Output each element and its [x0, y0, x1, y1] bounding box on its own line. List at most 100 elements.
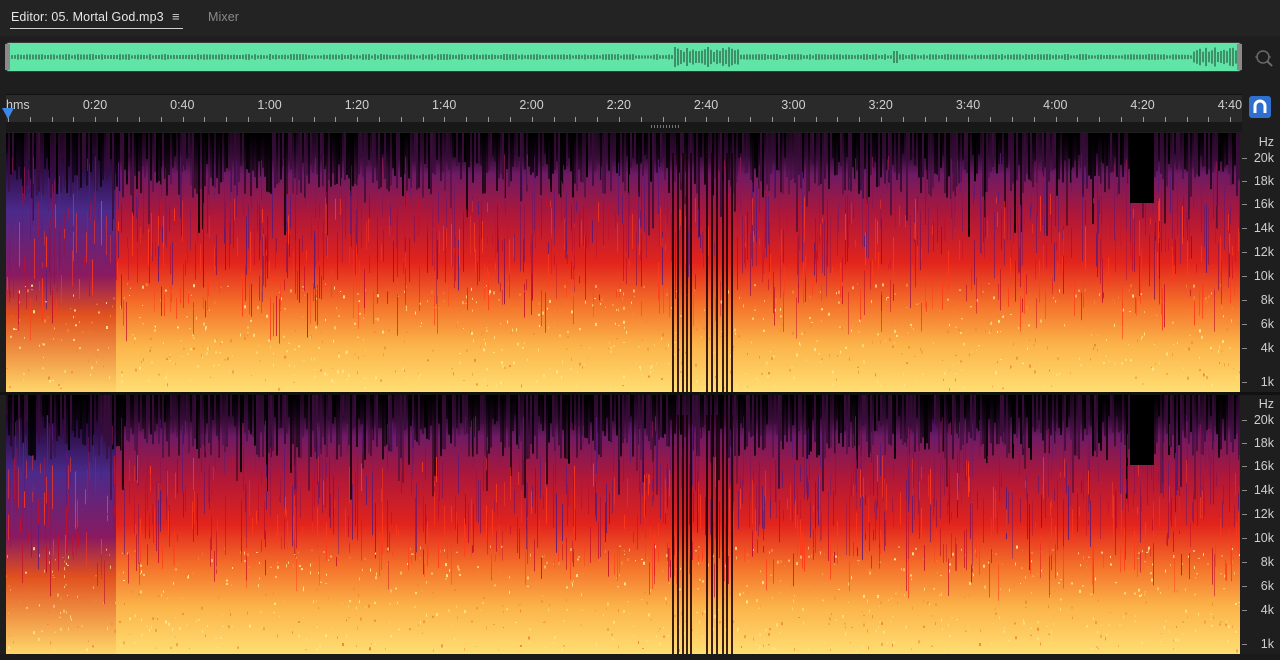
resize-grip-icon[interactable] [651, 125, 679, 128]
frequency-tick [1242, 181, 1247, 182]
spectrogram-channel-right[interactable] [6, 395, 1240, 654]
frequency-tick [1242, 228, 1247, 229]
frequency-unit-label: Hz [1258, 135, 1274, 149]
frequency-tick [1242, 158, 1247, 159]
ruler-label: 3:40 [955, 98, 981, 112]
transient-stripe [722, 153, 724, 392]
frequency-tick [1242, 204, 1247, 205]
ruler-label: 2:20 [606, 98, 631, 112]
overview-waveform[interactable] [5, 42, 1242, 72]
transient-stripe [690, 153, 692, 392]
overview-waveform-graphic [6, 47, 1240, 67]
ruler-label: 4:00 [1043, 98, 1068, 112]
ruler-label: 1:20 [344, 98, 370, 112]
ruler-label: 2:40 [693, 98, 719, 112]
spectrum-gap [1130, 395, 1154, 465]
panel-bottom-edge [0, 654, 1280, 660]
transient-stripe [682, 153, 684, 392]
overview-waveform-path [6, 47, 1240, 67]
frequency-label: 12k [1253, 507, 1274, 521]
transient-stripe [686, 415, 688, 654]
transient-stripe [672, 415, 674, 654]
tab-mixer[interactable]: Mixer [208, 10, 239, 24]
frequency-tick [1242, 300, 1247, 301]
ruler-label: 0:40 [170, 98, 195, 112]
frequency-label: 20k [1253, 151, 1274, 165]
zoom-navigator-icon[interactable] [1253, 47, 1275, 69]
frequency-unit-label: Hz [1258, 397, 1274, 411]
transient-stripe [711, 153, 713, 392]
frequency-tick [1242, 586, 1247, 587]
frequency-tick [1242, 538, 1247, 539]
spectrogram-right-graphic [6, 395, 1240, 654]
ruler-label: 3:00 [781, 98, 806, 112]
transient-stripe [706, 153, 708, 392]
frequency-tick [1242, 324, 1247, 325]
transient-stripe [672, 153, 674, 392]
panel-tab-bar: Editor: 05. Mortal God.mp3 ≡ Mixer [0, 0, 1280, 36]
ruler-label: 4:40 [1217, 98, 1243, 112]
transient-stripe [716, 153, 718, 392]
tab-editor[interactable]: Editor: 05. Mortal God.mp3 [11, 10, 164, 24]
frequency-label: 4k [1260, 603, 1274, 617]
frequency-label: 14k [1253, 483, 1274, 497]
frequency-label: 6k [1260, 317, 1274, 331]
panel-menu-icon[interactable]: ≡ [172, 9, 180, 24]
frequency-label: 18k [1253, 174, 1274, 188]
frequency-label: 6k [1260, 579, 1274, 593]
spectrogram-channel-left[interactable] [6, 133, 1240, 392]
frequency-label: 20k [1253, 413, 1274, 427]
frequency-axis-right: Hz 20k 18k 16k 14k 12k 10k 8k 6k 4k 1k [1242, 395, 1280, 654]
transient-stripe [716, 415, 718, 654]
frequency-label: 10k [1253, 269, 1274, 283]
frequency-label: 4k [1260, 341, 1274, 355]
frequency-label: 8k [1260, 555, 1274, 569]
transient-stripe [706, 415, 708, 654]
transient-stripe [731, 415, 733, 654]
ruler-splitter[interactable] [6, 122, 1242, 132]
magnet-icon[interactable] [1249, 96, 1271, 118]
frequency-label: 18k [1253, 436, 1274, 450]
ruler-label: 3:20 [868, 98, 893, 112]
transient-stripe [690, 415, 692, 654]
spectrum-gap [1130, 133, 1154, 203]
frequency-tick [1242, 644, 1247, 645]
time-ruler[interactable]: hms 0:20 0:40 1:00 1:20 1:40 2:00 2:20 2:40 3:00 3… [6, 94, 1242, 122]
overview-left-handle[interactable] [5, 44, 10, 70]
ruler-label: 0:20 [82, 98, 108, 112]
frequency-label: 12k [1253, 245, 1274, 259]
transient-stripe [682, 415, 684, 654]
ruler-label: 1:40 [432, 98, 457, 112]
frequency-label: 1k [1260, 375, 1274, 389]
playhead-marker[interactable] [2, 108, 14, 119]
frequency-tick [1242, 562, 1247, 563]
frequency-label: 10k [1253, 531, 1274, 545]
ruler-label: 2:00 [519, 98, 544, 112]
frequency-tick [1242, 443, 1247, 444]
transient-stripe [722, 415, 724, 654]
frequency-tick [1242, 348, 1247, 349]
transient-stripe [677, 153, 679, 392]
frequency-tick [1242, 252, 1247, 253]
frequency-label: 14k [1253, 221, 1274, 235]
frequency-tick [1242, 490, 1247, 491]
frequency-tick [1242, 276, 1247, 277]
transient-stripe [686, 153, 688, 392]
transient-stripe [711, 415, 713, 654]
frequency-tick [1242, 382, 1247, 383]
frequency-tick [1242, 610, 1247, 611]
frequency-tick [1242, 514, 1247, 515]
frequency-tick [1242, 466, 1247, 467]
frequency-label: 16k [1253, 459, 1274, 473]
transient-stripe [726, 153, 728, 392]
frequency-axis-left: Hz 20k 18k 16k 14k 12k 10k 8k 6k 4k 1k [1242, 133, 1280, 392]
active-tab-underline [10, 28, 183, 29]
ruler-label: 1:00 [257, 98, 282, 112]
frequency-label: 8k [1260, 293, 1274, 307]
frequency-label: 1k [1260, 637, 1274, 651]
spectrogram-left-graphic [6, 133, 1240, 392]
frequency-tick [1242, 420, 1247, 421]
overview-right-handle[interactable] [1237, 44, 1242, 70]
transient-stripe [726, 415, 728, 654]
transient-stripe [731, 153, 733, 392]
